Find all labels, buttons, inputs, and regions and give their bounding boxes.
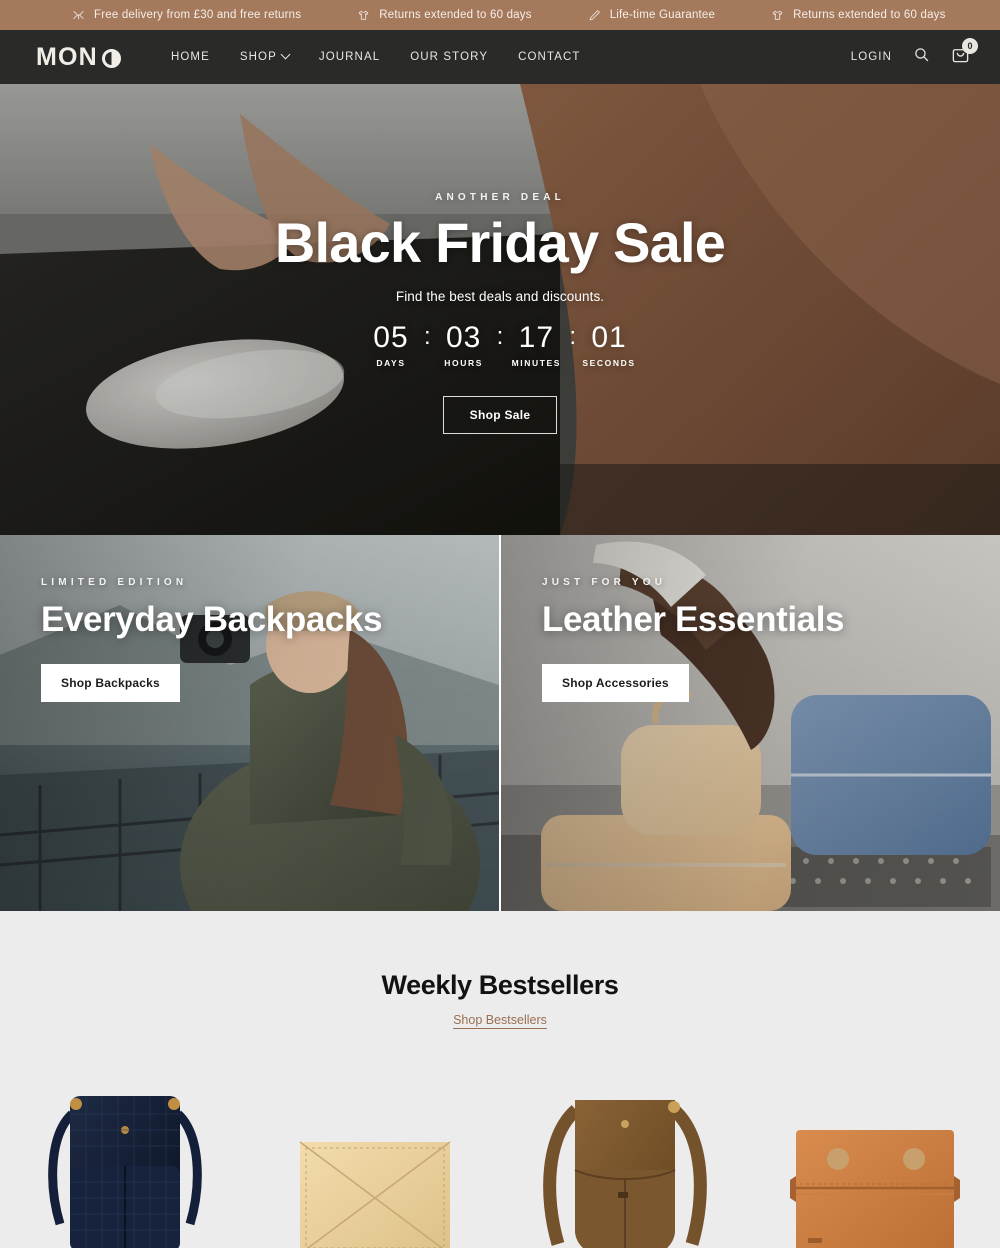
product-image [543,1100,707,1248]
countdown-timer: 05 DAYS : 03 HOURS : 17 MINUTES : 01 SEC… [360,322,640,369]
countdown-label: MINUTES [511,358,562,369]
nav-item-label: HOME [170,51,210,63]
nav-item-label: JOURNAL [318,51,381,63]
countdown-value: 03 [445,320,482,354]
product-card-brown-suede-bucket-bag[interactable] [500,1059,750,1248]
announcement-item: Returns extended to 60 days [329,9,559,22]
hero-eyebrow: ANOTHER DEAL [435,192,565,203]
nav-item-label: OUR STORY [410,51,489,63]
product-image [790,1130,960,1248]
countdown-label: SECONDS [582,358,636,369]
countdown-days: 05 DAYS [360,322,422,369]
countdown-separator: : [569,322,576,350]
tile-content: LIMITED EDITION Everyday Backpacks Shop … [0,535,499,702]
countdown-value: 05 [373,320,409,354]
logo[interactable]: MON [36,43,121,72]
nav-item-journal[interactable]: JOURNAL [319,51,380,63]
product-grid [0,1059,1000,1248]
nav-links: HOME SHOP JOURNAL OUR STORY CONTACT [171,49,581,63]
hero-content: ANOTHER DEAL Black Friday Sale Find the … [0,84,1000,535]
promo-tile-backpacks[interactable]: LIMITED EDITION Everyday Backpacks Shop … [0,535,499,911]
announcement-text: Life-time Guarantee [609,9,716,21]
announcement-item: Life-time Guarantee [560,9,743,22]
tile-title: Everyday Backpacks [41,600,383,639]
tshirt-icon [771,9,784,22]
shop-sale-button[interactable]: Shop Sale [442,396,558,435]
search-icon [913,46,930,68]
main-navigation: MON HOME SHOP JOURNAL OUR STORY CONTACT … [0,30,1000,84]
announcement-item: Free delivery from £30 and free returns [44,9,329,22]
countdown-label: HOURS [444,358,483,369]
product-card-tan-envelope-pouch[interactable] [250,1059,500,1248]
tile-content: JUST FOR YOU Leather Essentials Shop Acc… [501,535,1000,702]
chevron-down-icon [280,49,291,59]
nav-item-our-story[interactable]: OUR STORY [410,51,488,63]
promo-tile-leather-essentials[interactable]: JUST FOR YOU Leather Essentials Shop Acc… [501,535,1000,911]
announcement-text: Free delivery from £30 and free returns [94,9,302,21]
login-button[interactable]: LOGIN [851,51,892,63]
pen-icon [588,9,601,22]
promo-tiles: LIMITED EDITION Everyday Backpacks Shop … [0,535,1000,911]
search-button[interactable] [913,46,930,68]
countdown-separator: : [496,322,504,350]
hero-subtitle: Find the best deals and discounts. [395,288,605,304]
nav-item-label: SHOP [239,51,277,63]
countdown-separator: : [423,322,431,350]
tshirt-icon [357,9,370,22]
cart-count-badge: 0 [962,38,978,54]
countdown-value: 17 [518,320,555,354]
product-card-tan-leather-clutch[interactable] [750,1059,1000,1248]
nav-item-shop[interactable]: SHOP [239,49,291,63]
announcement-bar: Free delivery from £30 and free returns … [0,0,1000,30]
countdown-minutes: 17 MINUTES [505,322,567,369]
logo-text: MON [36,42,98,71]
tile-eyebrow: LIMITED EDITION [41,577,188,588]
product-image [299,1141,451,1248]
shop-backpacks-button[interactable]: Shop Backpacks [41,664,180,702]
hero-title: Black Friday Sale [274,211,726,274]
tile-eyebrow: JUST FOR YOU [542,577,667,588]
countdown-label: DAYS [376,358,406,369]
shop-bestsellers-link[interactable]: Shop Bestsellers [0,1013,1000,1027]
hero-banner: ANOTHER DEAL Black Friday Sale Find the … [0,84,1000,535]
bestsellers-section: Weekly Bestsellers Shop Bestsellers [0,911,1000,1248]
nav-item-contact[interactable]: CONTACT [518,51,580,63]
countdown-value: 01 [591,320,627,354]
delivery-icon [72,9,85,22]
product-image [48,1096,202,1248]
moon-half-circle-icon [101,48,121,68]
announcement-text: Returns extended to 60 days [379,9,532,21]
tile-title: Leather Essentials [542,600,845,639]
product-card-navy-croc-bucket-bag[interactable] [0,1059,250,1248]
nav-actions: LOGIN 0 [851,38,978,69]
announcement-text: Returns extended to 60 days [793,9,946,21]
bestsellers-title: Weekly Bestsellers [381,970,619,1000]
announcement-item: Returns extended to 60 days [974,9,1000,22]
nav-item-home[interactable]: HOME [171,51,210,63]
announcement-marquee: Free delivery from £30 and free returns … [0,9,1000,22]
shop-accessories-button[interactable]: Shop Accessories [542,664,689,702]
countdown-hours: 03 HOURS [433,322,495,369]
countdown-seconds: 01 SECONDS [578,322,640,369]
cart-button[interactable]: 0 [951,38,978,69]
announcement-item: Returns extended to 60 days [743,9,973,22]
nav-item-label: CONTACT [518,51,581,63]
